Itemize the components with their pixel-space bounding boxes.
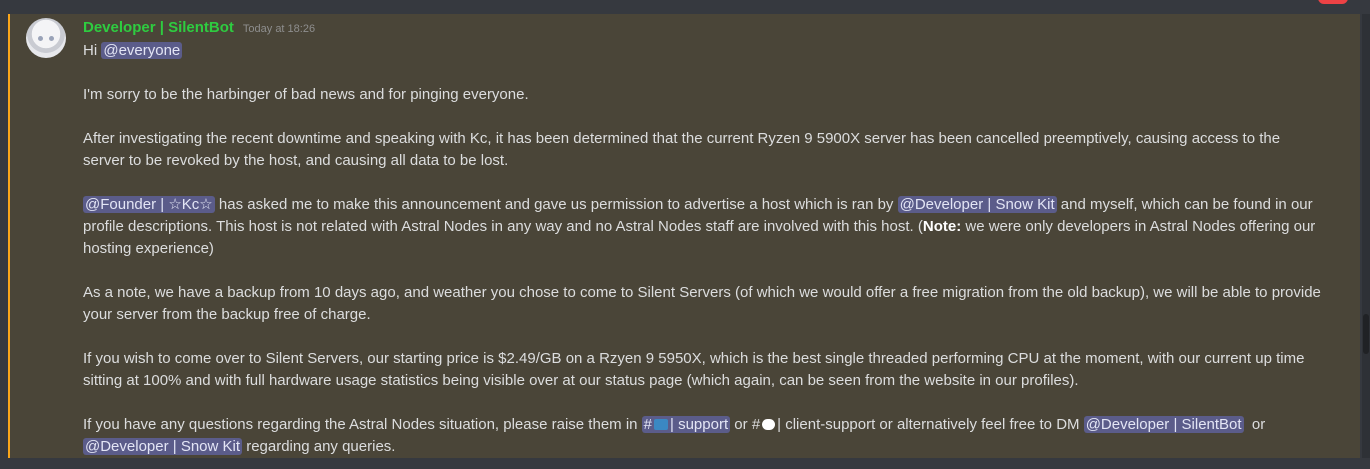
contact-text: or [1243, 416, 1270, 433]
note-label: Note: [922, 218, 962, 235]
contact-text: or alternatively feel free to DM [875, 416, 1084, 433]
mention-silentbot[interactable]: @Developer | SilentBot [1083, 416, 1244, 433]
screen-emoji-icon [654, 419, 669, 430]
chat-message: Developer | SilentBot Today at 18:26 Hi … [8, 14, 1360, 458]
channel-support-link[interactable]: # | support [641, 416, 731, 433]
new-messages-divider [650, 0, 720, 2]
avatar-eye [38, 36, 43, 41]
announcement-text: has asked me to make this announcement a… [214, 196, 898, 213]
contact-text: or [730, 416, 752, 433]
speech-bubble-icon [762, 419, 776, 430]
channel-name: | client-support [777, 416, 876, 433]
channel-hash: # [751, 416, 761, 433]
contact-text: regarding any queries. [242, 438, 396, 455]
scrollbar[interactable] [1362, 14, 1370, 458]
paragraph-announcement: @Founder | ☆Kc☆ has asked me to make thi… [83, 194, 1323, 260]
paragraph-pricing: If you wish to come over to Silent Serve… [83, 350, 1305, 389]
mention-snow-kit[interactable]: @Developer | Snow Kit [897, 196, 1057, 213]
avatar[interactable] [26, 18, 66, 58]
paragraph-backup: As a note, we have a backup from 10 days… [83, 284, 1321, 323]
top-strip [0, 0, 1370, 14]
mention-founder[interactable]: @Founder | ☆Kc☆ [83, 196, 215, 213]
mention-snow-kit[interactable]: @Developer | Snow Kit [83, 438, 243, 455]
greeting-text: Hi [83, 42, 102, 59]
paragraph-apology: I'm sorry to be the harbinger of bad new… [83, 86, 529, 103]
scrollbar-thumb[interactable] [1363, 314, 1369, 354]
channel-name: | support [670, 416, 729, 433]
avatar-eye [49, 36, 54, 41]
bottom-strip [0, 458, 1370, 469]
paragraph-contact: If you have any questions regarding the … [83, 414, 1323, 458]
channel-client-support[interactable]: # | client-support [752, 416, 875, 433]
paragraph-investigation: After investigating the recent downtime … [83, 130, 1281, 169]
message-content: Hi @everyone I'm sorry to be the harbing… [83, 40, 1323, 458]
author-username[interactable]: Developer | SilentBot [83, 19, 234, 36]
contact-text: If you have any questions regarding the … [83, 416, 642, 433]
greeting-line: Hi @everyone [83, 40, 1323, 62]
new-badge [1318, 0, 1348, 4]
mention-everyone[interactable]: @everyone [101, 42, 183, 59]
channel-hash: # [643, 416, 653, 433]
message-header: Developer | SilentBot Today at 18:26 [83, 19, 315, 39]
message-timestamp[interactable]: Today at 18:26 [243, 23, 315, 35]
